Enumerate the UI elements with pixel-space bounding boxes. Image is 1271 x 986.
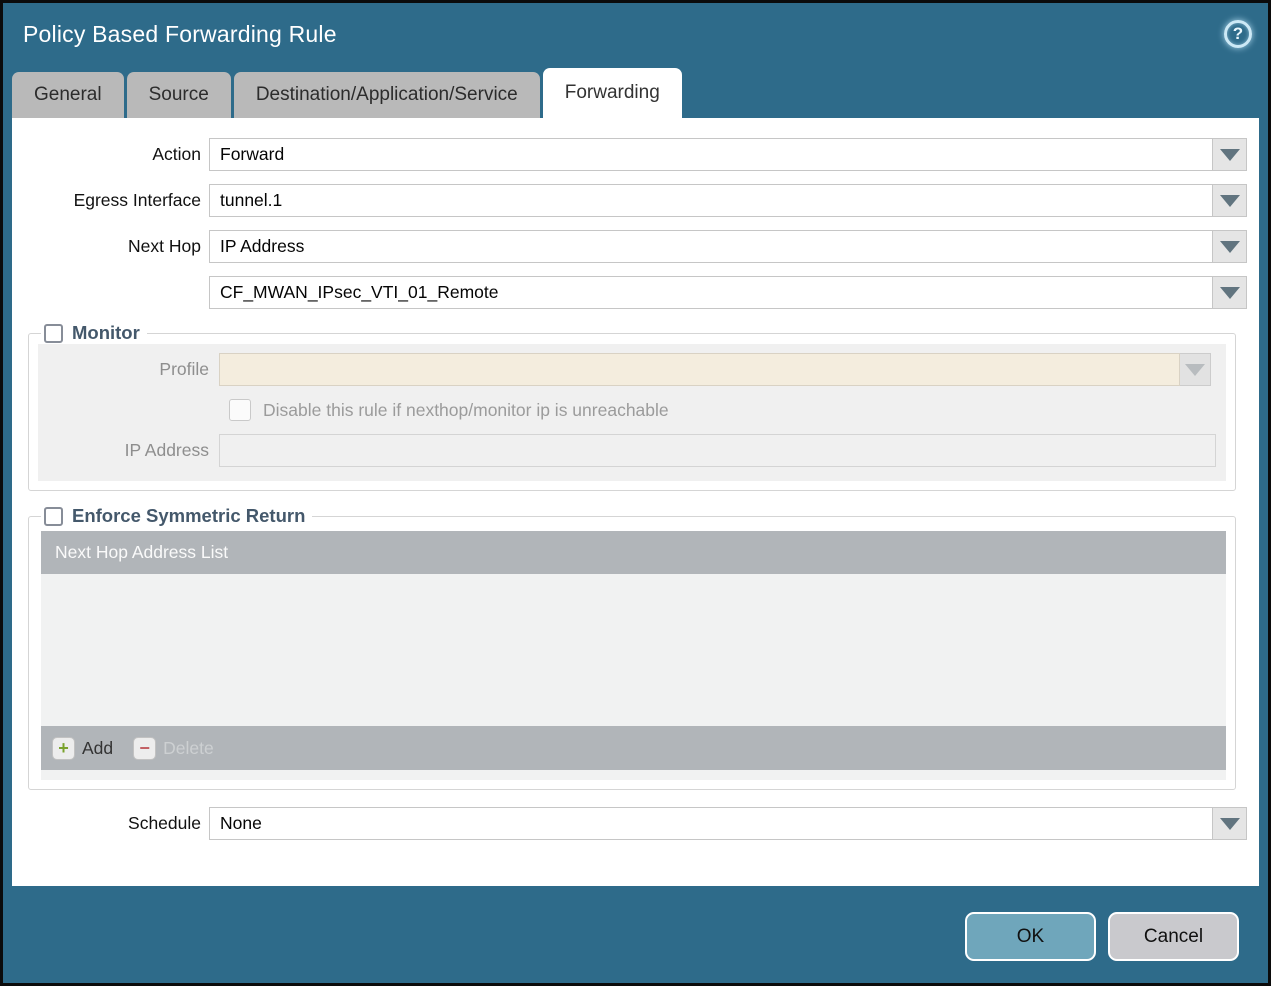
next-hop-type-select[interactable]: IP Address	[209, 230, 1213, 263]
next-hop-label: Next Hop	[128, 236, 201, 256]
monitor-ip-address-input	[219, 434, 1216, 467]
chevron-down-icon	[1219, 817, 1240, 830]
schedule-label: Schedule	[128, 813, 201, 833]
monitor-ip-address-row: IP Address	[38, 434, 1216, 467]
symmetric-return-legend-label: Enforce Symmetric Return	[72, 505, 306, 526]
monitor-legend-label: Monitor	[72, 322, 140, 343]
next-hop-address-table: Next Hop Address List + Add − Delete	[41, 531, 1226, 780]
monitor-panel: Profile Disable this rule if nexthop/mon…	[38, 344, 1226, 481]
next-hop-row: Next Hop IP Address	[12, 230, 1247, 263]
monitor-ip-address-label: IP Address	[124, 440, 209, 460]
table-header-label: Next Hop Address List	[55, 542, 229, 562]
table-footer: + Add − Delete	[41, 726, 1226, 770]
next-hop-address-field: CF_MWAN_IPsec_VTI_01_Remote	[209, 276, 1247, 309]
add-button[interactable]: + Add	[52, 736, 114, 760]
schedule-dropdown-button[interactable]	[1213, 807, 1247, 840]
next-hop-address-select[interactable]: CF_MWAN_IPsec_VTI_01_Remote	[209, 276, 1213, 309]
egress-interface-select[interactable]: tunnel.1	[209, 184, 1213, 217]
monitor-profile-select	[219, 353, 1180, 386]
plus-icon: +	[52, 736, 75, 760]
next-hop-field: IP Address	[209, 230, 1247, 263]
action-dropdown-button[interactable]	[1213, 138, 1247, 171]
egress-interface-field: tunnel.1	[209, 184, 1247, 217]
chevron-down-icon	[1219, 286, 1240, 299]
table-bottom-strip	[41, 770, 1226, 780]
delete-button: − Delete	[133, 736, 214, 760]
dialog-footer: OK Cancel	[3, 886, 1268, 983]
symmetric-return-fieldset: Enforce Symmetric Return Next Hop Addres…	[28, 505, 1236, 790]
chevron-down-icon	[1219, 240, 1240, 253]
tab-content-forwarding: Action Forward Egress Interface tunnel.1…	[12, 118, 1259, 886]
tab-bar: General Source Destination/Application/S…	[3, 65, 1268, 118]
pbf-rule-dialog: Policy Based Forwarding Rule ? General S…	[0, 0, 1271, 986]
table-header: Next Hop Address List	[41, 531, 1226, 574]
schedule-select[interactable]: None	[209, 807, 1213, 840]
monitor-fieldset: Monitor Profile Disable this rule if nex…	[28, 322, 1236, 491]
next-hop-address-row: CF_MWAN_IPsec_VTI_01_Remote	[12, 276, 1247, 309]
action-select[interactable]: Forward	[209, 138, 1213, 171]
egress-interface-row: Egress Interface tunnel.1	[12, 184, 1247, 217]
tab-forwarding[interactable]: Forwarding	[542, 68, 682, 118]
egress-interface-label: Egress Interface	[73, 190, 201, 210]
action-label: Action	[152, 144, 201, 164]
tab-general[interactable]: General	[12, 72, 124, 118]
symmetric-return-legend: Enforce Symmetric Return	[41, 505, 312, 527]
monitor-profile-dropdown-button	[1180, 353, 1211, 386]
monitor-disable-rule-row: Disable this rule if nexthop/monitor ip …	[38, 399, 1216, 421]
chevron-down-icon	[1219, 194, 1240, 207]
next-hop-dropdown-button[interactable]	[1213, 230, 1247, 263]
monitor-legend: Monitor	[41, 322, 147, 344]
tab-source[interactable]: Source	[126, 72, 231, 118]
disable-rule-label: Disable this rule if nexthop/monitor ip …	[263, 399, 669, 420]
action-row: Action Forward	[12, 138, 1247, 171]
monitor-profile-label: Profile	[159, 359, 209, 379]
table-body-empty[interactable]	[41, 574, 1226, 726]
minus-icon: −	[133, 736, 157, 760]
monitor-checkbox[interactable]	[44, 323, 63, 343]
delete-button-label: Delete	[163, 737, 214, 758]
schedule-field: None	[209, 807, 1247, 840]
egress-interface-dropdown-button[interactable]	[1213, 184, 1247, 217]
cancel-button[interactable]: Cancel	[1108, 912, 1239, 961]
chevron-down-icon	[1219, 148, 1240, 161]
symmetric-return-checkbox[interactable]	[44, 506, 63, 526]
schedule-row: Schedule None	[12, 807, 1247, 840]
dialog-title: Policy Based Forwarding Rule	[23, 20, 337, 47]
ok-button[interactable]: OK	[965, 912, 1096, 961]
disable-rule-checkbox	[229, 399, 251, 421]
action-field: Forward	[209, 138, 1247, 171]
dialog-titlebar: Policy Based Forwarding Rule ?	[3, 3, 1268, 65]
next-hop-address-dropdown-button[interactable]	[1213, 276, 1247, 309]
help-icon[interactable]: ?	[1224, 20, 1252, 48]
tab-destination-application-service[interactable]: Destination/Application/Service	[233, 72, 540, 118]
chevron-down-icon	[1185, 363, 1205, 376]
add-button-label: Add	[82, 737, 114, 758]
monitor-profile-row: Profile	[38, 353, 1216, 386]
